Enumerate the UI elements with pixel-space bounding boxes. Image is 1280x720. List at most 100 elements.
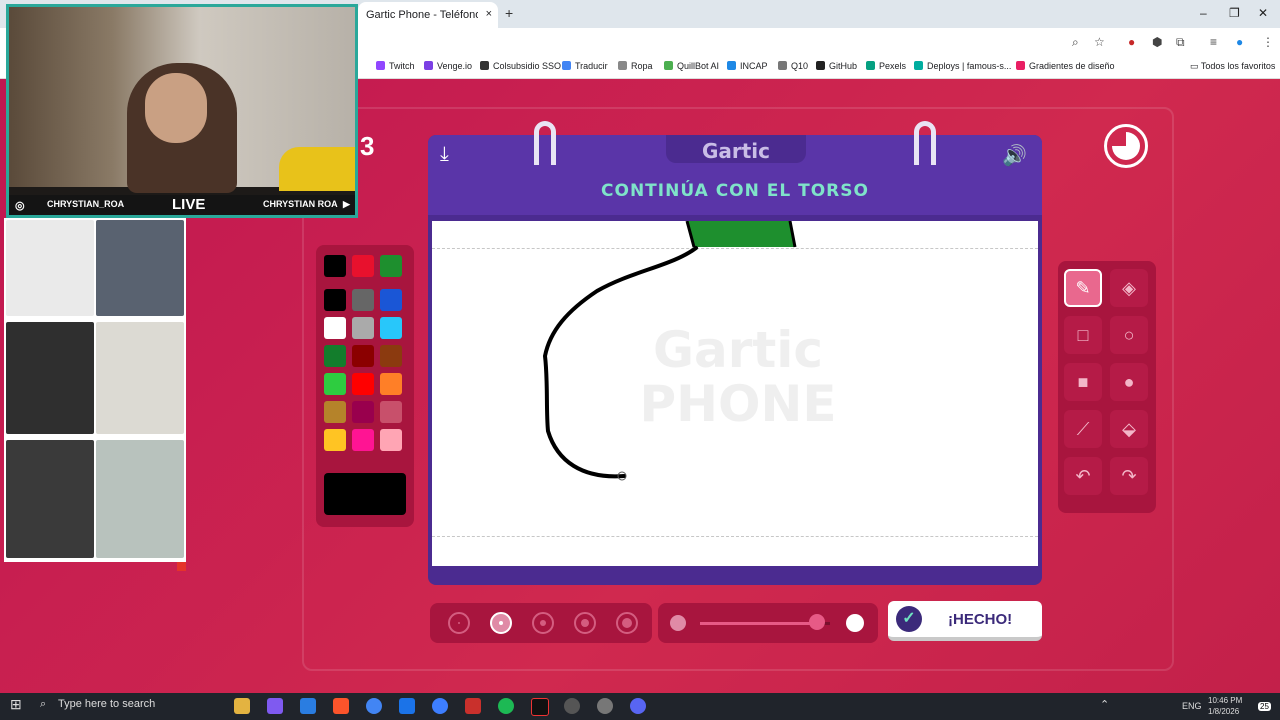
extension-icon-2[interactable]: ⬢ (1152, 35, 1162, 49)
bookmark-item[interactable]: Pexels (866, 61, 906, 71)
close-window-button[interactable]: ✕ (1258, 6, 1268, 20)
taskbar-search[interactable]: Type here to search (58, 698, 155, 710)
color-swatch[interactable] (380, 255, 402, 277)
bookmark-item[interactable]: Q10 (778, 61, 808, 71)
color-swatch[interactable] (352, 373, 374, 395)
color-swatch[interactable] (324, 289, 346, 311)
tab-close-icon[interactable]: × (486, 8, 492, 20)
color-swatch[interactable] (380, 317, 402, 339)
store-icon[interactable] (300, 698, 316, 714)
extensions-puzzle-icon[interactable]: ⧉ (1176, 35, 1185, 50)
eraser-tool-icon[interactable]: ◈ (1110, 269, 1148, 307)
bookmark-item[interactable]: INCAP (727, 61, 768, 71)
color-swatch[interactable] (380, 345, 402, 367)
app-icon[interactable] (399, 698, 415, 714)
bookmark-item[interactable]: GitHub (816, 61, 857, 71)
logo-tab: Gartic (666, 135, 806, 163)
green-shape (687, 221, 795, 247)
color-swatch[interactable] (352, 255, 374, 277)
all-bookmarks-folder[interactable]: ▭ Todos los favoritos (1190, 61, 1275, 72)
product-image-led-kit[interactable] (96, 322, 184, 434)
spotify-icon[interactable] (498, 698, 514, 714)
rectangle-fill-tool-icon[interactable]: ■ (1064, 363, 1102, 401)
file-explorer-icon[interactable] (234, 698, 250, 714)
ellipse-fill-tool-icon[interactable]: ● (1110, 363, 1148, 401)
extension-icon[interactable]: ● (1128, 35, 1135, 49)
brush-size-option[interactable] (532, 612, 554, 634)
color-swatch[interactable] (352, 289, 374, 311)
tiktok-icon[interactable] (531, 698, 549, 716)
app-icon-2[interactable] (432, 698, 448, 714)
tray-chevron-icon[interactable]: ⌃ (1100, 698, 1109, 711)
bookmark-item[interactable]: QuillBot AI (664, 61, 719, 71)
brave-icon[interactable] (333, 698, 349, 714)
ellipse-outline-tool-icon[interactable]: ○ (1110, 316, 1148, 354)
done-button[interactable]: ✓ ¡HECHO! (888, 601, 1042, 641)
rectangle-outline-tool-icon[interactable]: □ (1064, 316, 1102, 354)
copilot-icon[interactable] (267, 698, 283, 714)
language-indicator[interactable]: ENG (1182, 701, 1202, 711)
product-image-keyboard[interactable] (96, 440, 184, 558)
bookmark-label: INCAP (740, 61, 768, 71)
app-icon-4[interactable] (564, 698, 580, 714)
bookmark-item[interactable]: Ropa (618, 61, 653, 71)
drawing-canvas[interactable]: Gartic PHONE (432, 221, 1038, 566)
clock-time[interactable]: 10:46 PM (1208, 696, 1242, 705)
brush-size-option[interactable] (616, 612, 638, 634)
restore-button[interactable]: ❐ (1229, 6, 1240, 20)
color-swatch[interactable] (352, 345, 374, 367)
bookmark-item[interactable]: Gradientes de diseño (1016, 61, 1115, 71)
color-swatch[interactable] (352, 401, 374, 423)
color-swatch[interactable] (324, 373, 346, 395)
brush-size-option[interactable] (574, 612, 596, 634)
sound-icon[interactable]: 🔊 (1002, 143, 1027, 168)
menu-kebab-icon[interactable]: ⋮ (1262, 35, 1274, 49)
steam-icon[interactable] (597, 698, 613, 714)
color-swatch[interactable] (380, 289, 402, 311)
bookmark-item[interactable]: Traducir (562, 61, 608, 71)
redo-icon[interactable]: ↷ (1110, 457, 1148, 495)
color-swatch[interactable] (352, 317, 374, 339)
color-swatch[interactable] (324, 317, 346, 339)
bookmark-item[interactable]: Colsubsidio SSO (480, 61, 561, 71)
color-swatch[interactable] (380, 401, 402, 423)
app-icon-3[interactable] (465, 698, 481, 714)
color-swatch[interactable] (380, 429, 402, 451)
brush-size-option[interactable] (448, 612, 470, 634)
brush-size-option[interactable] (490, 612, 512, 634)
discord-icon[interactable] (630, 698, 646, 714)
start-button-icon[interactable]: ⊞ (10, 696, 22, 713)
color-swatch[interactable] (352, 429, 374, 451)
color-swatch[interactable] (380, 373, 402, 395)
product-image-led-light[interactable] (6, 322, 94, 434)
ad-badge-icon (177, 562, 186, 571)
notification-badge[interactable]: 25 (1258, 702, 1271, 711)
color-swatch[interactable] (324, 255, 346, 277)
media-icon[interactable]: ≡ (1210, 35, 1217, 49)
product-image-camera-rig[interactable] (6, 440, 94, 558)
fill-bucket-tool-icon[interactable]: ⬙ (1110, 410, 1148, 448)
opacity-slider[interactable] (658, 603, 878, 643)
check-icon: ✓ (896, 606, 922, 632)
color-swatch[interactable] (324, 345, 346, 367)
clock-date[interactable]: 1/8/2026 (1208, 707, 1239, 716)
profile-avatar-icon[interactable]: ● (1236, 35, 1243, 49)
chrome-icon[interactable] (366, 698, 382, 714)
product-image-light-panel[interactable] (6, 220, 94, 316)
bookmark-item[interactable]: Venge.io (424, 61, 472, 71)
minimize-button[interactable]: – (1200, 6, 1207, 20)
opacity-handle[interactable] (809, 614, 825, 630)
line-tool-icon[interactable]: ⟋ (1064, 410, 1102, 448)
undo-icon[interactable]: ↶ (1064, 457, 1102, 495)
pencil-tool-icon[interactable]: ✎ (1064, 269, 1102, 307)
bookmark-star-icon[interactable]: ☆ (1094, 35, 1105, 49)
bookmark-item[interactable]: Deploys | famous-s... (914, 61, 1011, 71)
download-icon[interactable]: ⤓ (440, 143, 449, 166)
color-swatch[interactable] (324, 429, 346, 451)
new-tab-button[interactable]: + (505, 5, 513, 21)
browser-tab[interactable]: Gartic Phone - Teléfono Descom × (358, 2, 498, 28)
zoom-icon[interactable]: ⌕ (1072, 35, 1079, 50)
bookmark-item[interactable]: Twitch (376, 61, 415, 71)
color-swatch[interactable] (324, 401, 346, 423)
product-image-hoodie[interactable] (96, 220, 184, 316)
